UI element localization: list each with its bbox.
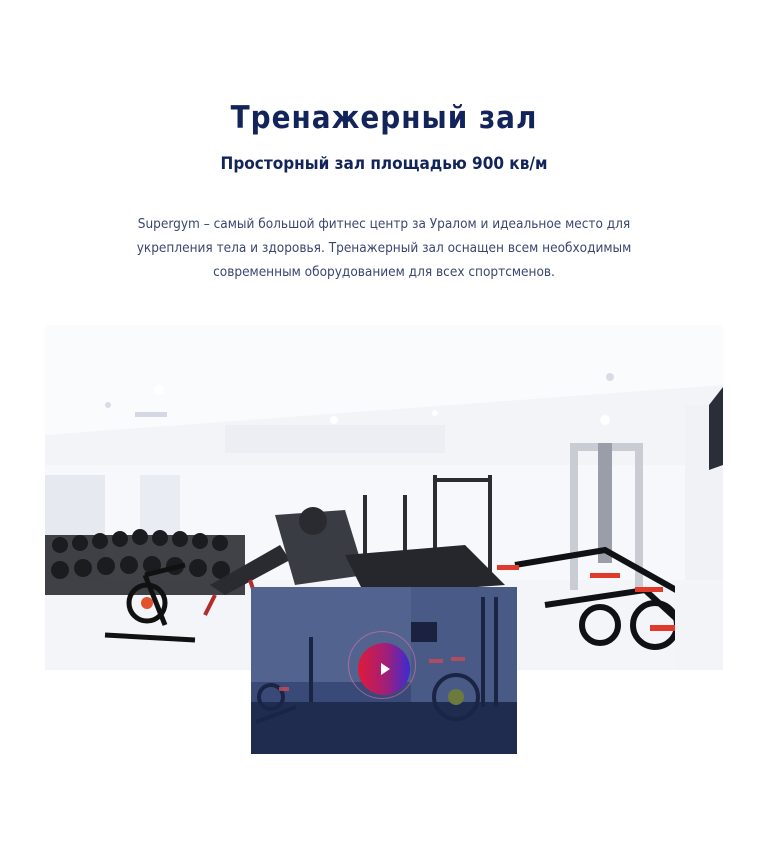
page-subtitle: Просторный зал площадью 900 кв/м (220, 154, 548, 174)
section-description: Supergym – самый большой фитнес центр за… (136, 216, 632, 280)
play-button[interactable] (358, 643, 410, 695)
page-title: Тренажерный зал (230, 100, 538, 136)
video-thumbnail[interactable] (251, 587, 517, 754)
play-icon (381, 663, 390, 675)
